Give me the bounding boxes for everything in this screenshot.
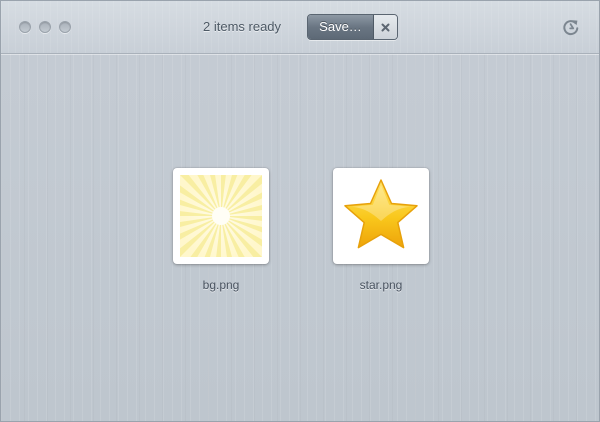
file-name: bg.png xyxy=(202,278,240,292)
reload-button[interactable] xyxy=(561,17,581,37)
cancel-button[interactable] xyxy=(374,15,397,39)
star-icon xyxy=(344,179,418,249)
reload-icon xyxy=(563,20,579,36)
file-thumbnail[interactable] xyxy=(333,168,429,264)
sunburst-icon xyxy=(180,175,262,257)
window-zoom-button[interactable] xyxy=(59,21,71,33)
file-thumbnail[interactable] xyxy=(173,168,269,264)
file-item[interactable]: bg.png xyxy=(166,168,276,292)
window-close-button[interactable] xyxy=(19,21,31,33)
save-button[interactable]: Save… xyxy=(308,15,374,39)
app-window: 2 items ready Save… bg.png star.png xyxy=(0,0,600,422)
save-button-group: Save… xyxy=(307,14,398,40)
toolbar: 2 items ready Save… xyxy=(1,1,599,54)
file-name: star.png xyxy=(359,278,403,292)
close-icon xyxy=(381,23,390,31)
window-minimize-button[interactable] xyxy=(39,21,51,33)
file-item[interactable]: star.png xyxy=(326,168,436,292)
status-text: 2 items ready xyxy=(203,19,282,34)
